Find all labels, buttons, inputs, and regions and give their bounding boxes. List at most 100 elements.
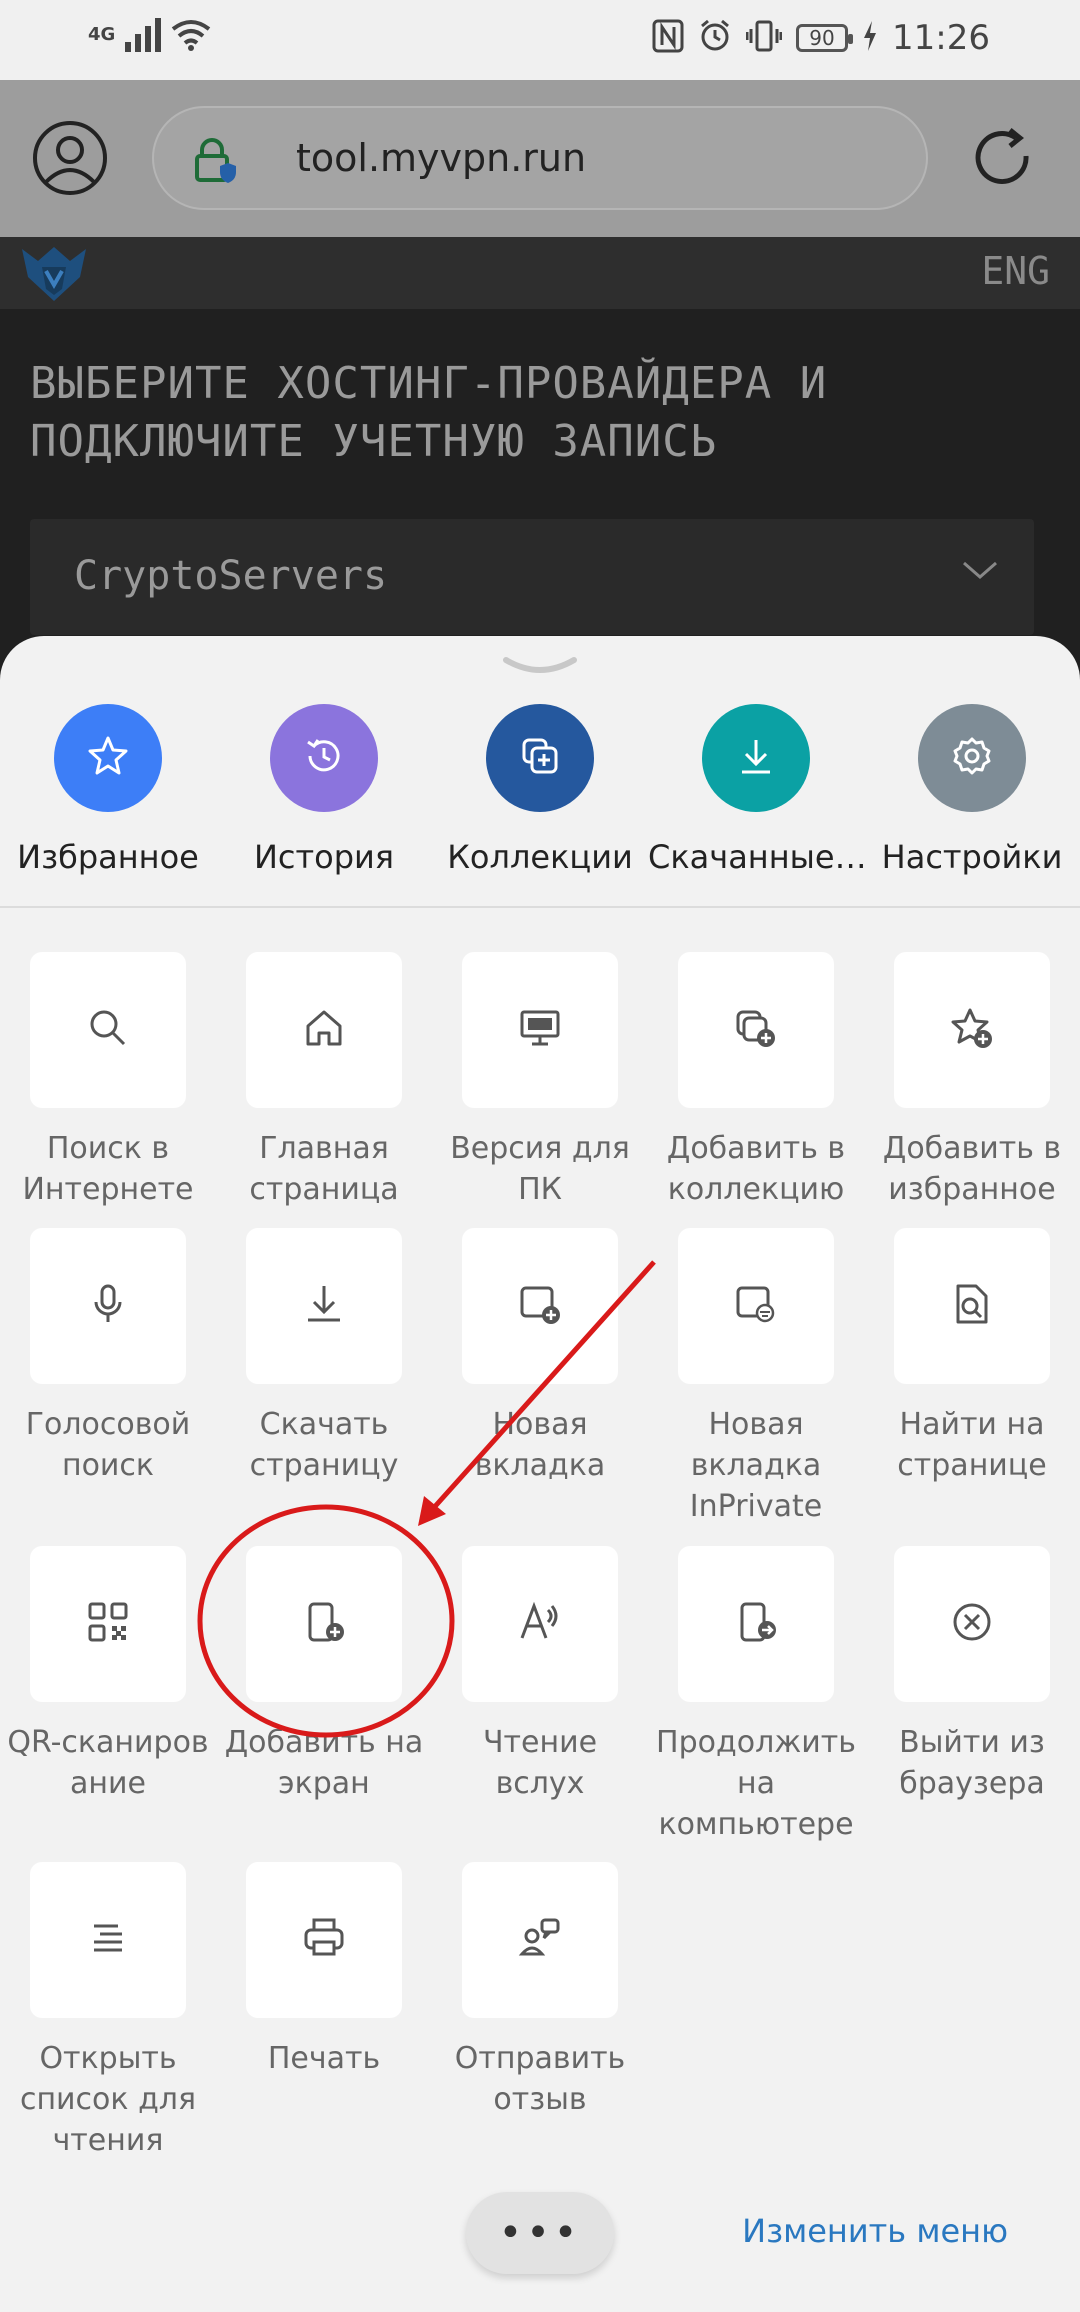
qr-icon [86,1600,130,1648]
profile-icon[interactable] [32,120,108,196]
menu-find-on-page[interactable]: Найти на странице [864,1228,1080,1486]
quick-label: История [253,838,395,876]
clock: 11:26 [892,18,990,58]
print-icon [302,1916,346,1964]
site-header: ENG [0,237,1080,309]
signal-icon [125,18,162,52]
menu-desktop-version[interactable]: Версия для ПК [432,952,648,1210]
download-icon [302,1282,346,1330]
tile-box [246,1546,402,1702]
edit-menu-link[interactable]: Изменить меню [742,2212,1008,2250]
tile-box [894,1546,1050,1702]
menu-read-aloud[interactable]: Чтение вслух [432,1546,648,1804]
tile-label: Поиск в Интернете [22,1131,194,1207]
gear-icon [950,734,994,782]
tile-label: Скачать страницу [249,1407,399,1483]
tile-box [246,952,402,1108]
menu-add-to-collection[interactable]: Добавить в коллекцию [648,952,864,1210]
quick-settings-button[interactable]: Настройки [864,704,1080,876]
favorites-circle [54,704,162,812]
nfc-icon [652,19,684,57]
tile-box [30,1546,186,1702]
secure-lock-icon [192,138,236,188]
menu-send-feedback[interactable]: Отправить отзыв [432,1862,648,2120]
menu-print[interactable]: Печать [216,1862,432,2079]
tile-label: Добавить на экран [224,1725,424,1801]
site-logo-icon [18,243,90,307]
tile-label: Голосовой поиск [25,1407,191,1483]
menu-voice-search[interactable]: Голосовой поиск [0,1228,216,1486]
reload-icon[interactable] [964,120,1040,196]
quick-label: Избранное [17,838,199,876]
quick-actions: Избранное История Коллекции Скачанные… Н… [0,704,1080,904]
tile-box [462,1228,618,1384]
sheet-handle[interactable] [502,654,578,682]
network-type: 4G [88,24,116,45]
history-icon [302,734,346,782]
tile-box [462,1862,618,2018]
add-favorite-icon [950,1006,994,1054]
tile-box [246,1862,402,2018]
tile-box [678,1546,834,1702]
menu-qr-scan[interactable]: QR-сканиров ание [0,1546,216,1804]
quick-downloads-button[interactable]: Скачанные… [648,704,867,876]
menu-add-to-screen[interactable]: Добавить на экран [216,1546,432,1804]
tile-box [30,1228,186,1384]
quick-label: Скачанные… [648,838,867,876]
quick-collections-button[interactable]: Коллекции [432,704,648,876]
menu-new-tab[interactable]: Новая вкладка [432,1228,648,1486]
language-switch[interactable]: ENG [981,249,1050,293]
quick-history-button[interactable]: История [216,704,432,876]
menu-reading-list[interactable]: Открыть список для чтения [0,1862,216,2161]
browser-menu-sheet: Избранное История Коллекции Скачанные… Н… [0,636,1080,2312]
home-icon [302,1006,346,1054]
menu-new-inprivate-tab[interactable]: Новая вкладка InPrivate [648,1228,864,1527]
battery-indicator: 90 [796,24,854,52]
download-icon [734,734,778,782]
menu-add-to-favorites[interactable]: Добавить в избранное [864,952,1080,1210]
continue-on-pc-icon [734,1600,778,1648]
tile-box [894,1228,1050,1384]
tile-box [462,952,618,1108]
collections-icon [518,734,562,782]
menu-exit-browser[interactable]: Выйти из браузера [864,1546,1080,1804]
chevron-down-icon [962,559,998,587]
tile-box [246,1228,402,1384]
menu-search-web[interactable]: Поиск в Интернете [0,952,216,1210]
address-bar[interactable]: tool.myvpn.run [152,106,928,210]
tile-label: Чтение вслух [482,1725,598,1801]
wifi-icon [171,19,211,51]
tile-label: Найти на странице [897,1407,1047,1483]
menu-home-page[interactable]: Главная страница [216,952,432,1210]
tile-label: Отправить отзыв [454,2041,626,2117]
browser-toolbar: tool.myvpn.run [0,80,1080,237]
microphone-icon [86,1282,130,1330]
tile-label: Новая вкладка InPrivate [689,1407,823,1524]
url-text: tool.myvpn.run [296,136,587,180]
tile-label: Печать [267,2041,381,2076]
provider-select[interactable]: CryptoServers [30,519,1034,635]
menu-continue-on-pc[interactable]: Продолжить на компьютере [648,1546,864,1845]
desktop-icon [518,1006,562,1054]
vibrate-icon [745,19,783,57]
exit-icon [950,1600,994,1648]
tile-label: Выйти из браузера [899,1725,1045,1801]
search-icon [86,1006,130,1054]
status-bar: 4G 90 11:26 [0,0,1080,80]
tile-label: Главная страница [249,1131,399,1207]
tile-box [894,952,1050,1108]
tile-label: Открыть список для чтения [19,2041,197,2158]
collections-circle [486,704,594,812]
quick-favorites-button[interactable]: Избранное [0,704,216,876]
more-button[interactable]: ••• [466,2192,614,2274]
history-circle [270,704,378,812]
reading-list-icon [86,1916,130,1964]
feedback-icon [518,1916,562,1964]
tile-label: Продолжить на компьютере [656,1725,856,1842]
tile-box [462,1546,618,1702]
page-heading: ВЫБЕРИТЕ ХОСТИНГ-ПРОВАЙДЕРА И ПОДКЛЮЧИТЕ… [30,358,828,467]
read-aloud-icon [518,1600,562,1648]
menu-download-page[interactable]: Скачать страницу [216,1228,432,1486]
downloads-circle [702,704,810,812]
settings-circle [918,704,1026,812]
